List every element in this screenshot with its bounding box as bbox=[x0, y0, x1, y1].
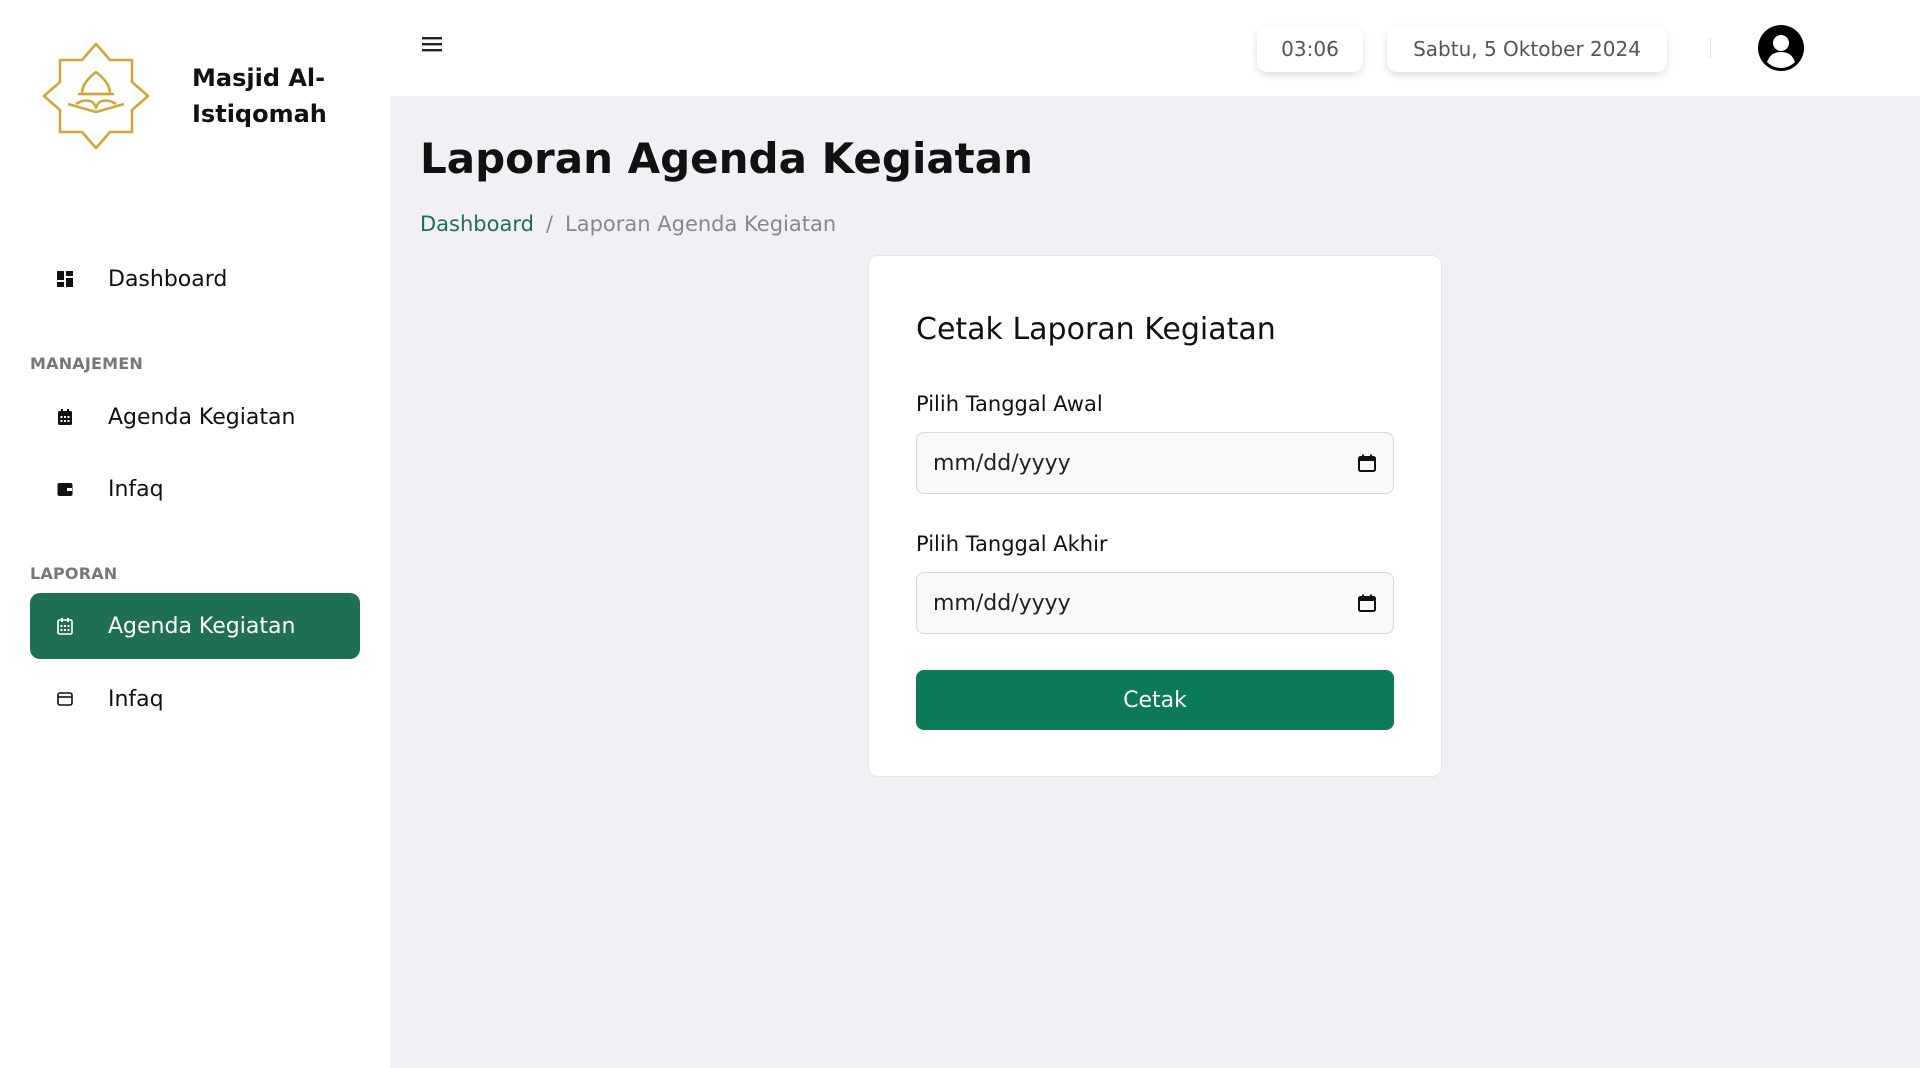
print-report-card: Cetak Laporan Kegiatan Pilih Tanggal Awa… bbox=[868, 255, 1442, 777]
sidebar-item-agenda-kegiatan[interactable]: Agenda Kegiatan bbox=[30, 384, 360, 450]
sidebar-item-label: Infaq bbox=[108, 476, 164, 502]
sidebar-item-laporan-infaq[interactable]: Infaq bbox=[30, 666, 360, 732]
start-date-input[interactable]: mm/dd/yyyy bbox=[916, 432, 1394, 494]
print-button[interactable]: Cetak bbox=[916, 670, 1394, 730]
sidebar-item-dashboard[interactable]: Dashboard bbox=[30, 246, 360, 312]
clock-display: 03:06 bbox=[1257, 26, 1363, 72]
calendar-icon bbox=[54, 615, 76, 637]
sidebar-item-infaq[interactable]: Infaq bbox=[30, 456, 360, 522]
user-avatar-icon[interactable] bbox=[1758, 25, 1804, 71]
sidebar-item-laporan-agenda-kegiatan[interactable]: Agenda Kegiatan bbox=[30, 593, 360, 659]
end-date-input[interactable]: mm/dd/yyyy bbox=[916, 572, 1394, 634]
breadcrumb-link-dashboard[interactable]: Dashboard bbox=[420, 212, 534, 236]
sidebar-item-label: Dashboard bbox=[108, 266, 228, 292]
brand-name: Masjid Al-Istiqomah bbox=[192, 64, 327, 128]
calendar-icon bbox=[54, 406, 76, 428]
page-title: Laporan Agenda Kegiatan bbox=[420, 134, 1033, 183]
sidebar-item-label: Agenda Kegiatan bbox=[108, 404, 296, 430]
wallet-outline-icon bbox=[54, 688, 76, 710]
end-date-label: Pilih Tanggal Akhir bbox=[916, 532, 1108, 556]
sidebar-item-label: Infaq bbox=[108, 686, 164, 712]
breadcrumb-current: Laporan Agenda Kegiatan bbox=[565, 212, 837, 236]
dashboard-icon bbox=[54, 268, 76, 290]
calendar-picker-icon[interactable] bbox=[1357, 593, 1377, 613]
calendar-picker-icon[interactable] bbox=[1357, 453, 1377, 473]
sidebar: Masjid Al-Istiqomah Dashboard MANAJEMEN … bbox=[0, 0, 390, 1068]
wallet-icon bbox=[54, 478, 76, 500]
mosque-logo-icon bbox=[42, 42, 150, 150]
section-label-manajemen: MANAJEMEN bbox=[30, 354, 144, 373]
topbar: 03:06 Sabtu, 5 Oktober 2024 bbox=[390, 0, 1920, 96]
topbar-divider bbox=[1710, 38, 1711, 58]
start-date-value: mm/dd/yyyy bbox=[933, 450, 1071, 476]
card-title: Cetak Laporan Kegiatan bbox=[916, 312, 1276, 347]
brand[interactable]: Masjid Al-Istiqomah bbox=[38, 38, 327, 154]
end-date-value: mm/dd/yyyy bbox=[933, 590, 1071, 616]
hamburger-menu-icon[interactable] bbox=[422, 36, 446, 58]
breadcrumb: Dashboard / Laporan Agenda Kegiatan bbox=[420, 212, 836, 236]
section-label-laporan: LAPORAN bbox=[30, 564, 118, 583]
start-date-label: Pilih Tanggal Awal bbox=[916, 392, 1103, 416]
sidebar-item-label: Agenda Kegiatan bbox=[108, 613, 296, 639]
date-display: Sabtu, 5 Oktober 2024 bbox=[1387, 26, 1667, 72]
breadcrumb-separator: / bbox=[545, 212, 554, 236]
